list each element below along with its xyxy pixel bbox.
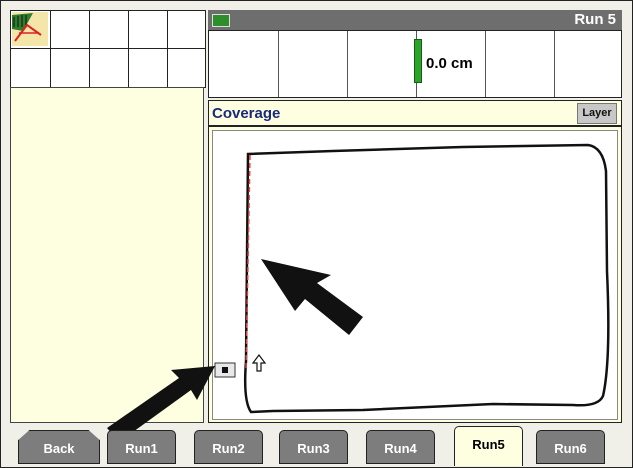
field-boundary — [214, 143, 610, 414]
tab-run1[interactable]: Run1 — [107, 430, 176, 464]
guidance-offset-value: 0.0 cm — [426, 55, 473, 72]
guidance-ruler: 0.0 cm — [208, 30, 622, 98]
grid-cell[interactable] — [168, 49, 205, 87]
shortcut-grid — [10, 10, 206, 88]
tab-run3[interactable]: Run3 — [279, 430, 348, 464]
pointer-arrow-icon — [261, 259, 363, 335]
ruler-divider — [347, 31, 348, 97]
flag-icon — [212, 14, 230, 27]
tab-run5[interactable]: Run5 — [454, 426, 523, 466]
run-header: Run 5 — [208, 10, 622, 30]
grid-cell[interactable] — [129, 49, 168, 87]
tab-run4[interactable]: Run4 — [366, 430, 435, 464]
run-tab-bar: Back Run1 Run2 Run3 Run4 Run5 Run6 — [0, 426, 633, 468]
grid-cell[interactable] — [51, 49, 90, 87]
coverage-map-canvas[interactable] — [212, 130, 618, 420]
run-title: Run 5 — [574, 11, 616, 28]
tab-run2[interactable]: Run2 — [194, 430, 263, 464]
direction-arrow-icon — [251, 354, 267, 372]
grid-cell[interactable] — [90, 49, 129, 87]
tab-run6[interactable]: Run6 — [536, 430, 605, 464]
layer-button[interactable]: Layer — [577, 103, 617, 124]
grid-cell[interactable] — [168, 11, 205, 49]
guidance-offset-bar — [414, 39, 422, 83]
grid-cell[interactable] — [51, 11, 90, 49]
back-tab[interactable]: Back — [18, 430, 100, 464]
field-map-icon — [12, 12, 48, 46]
field-map-cell[interactable] — [11, 11, 51, 49]
ruler-divider — [554, 31, 555, 97]
grid-cell[interactable] — [129, 11, 168, 49]
grid-cell[interactable] — [11, 49, 51, 87]
ruler-divider — [278, 31, 279, 97]
coverage-label: Coverage — [212, 105, 281, 122]
coverage-map[interactable] — [208, 126, 622, 423]
grid-cell[interactable] — [90, 11, 129, 49]
coverage-header: Coverage Layer — [208, 100, 622, 126]
ruler-divider — [485, 31, 486, 97]
